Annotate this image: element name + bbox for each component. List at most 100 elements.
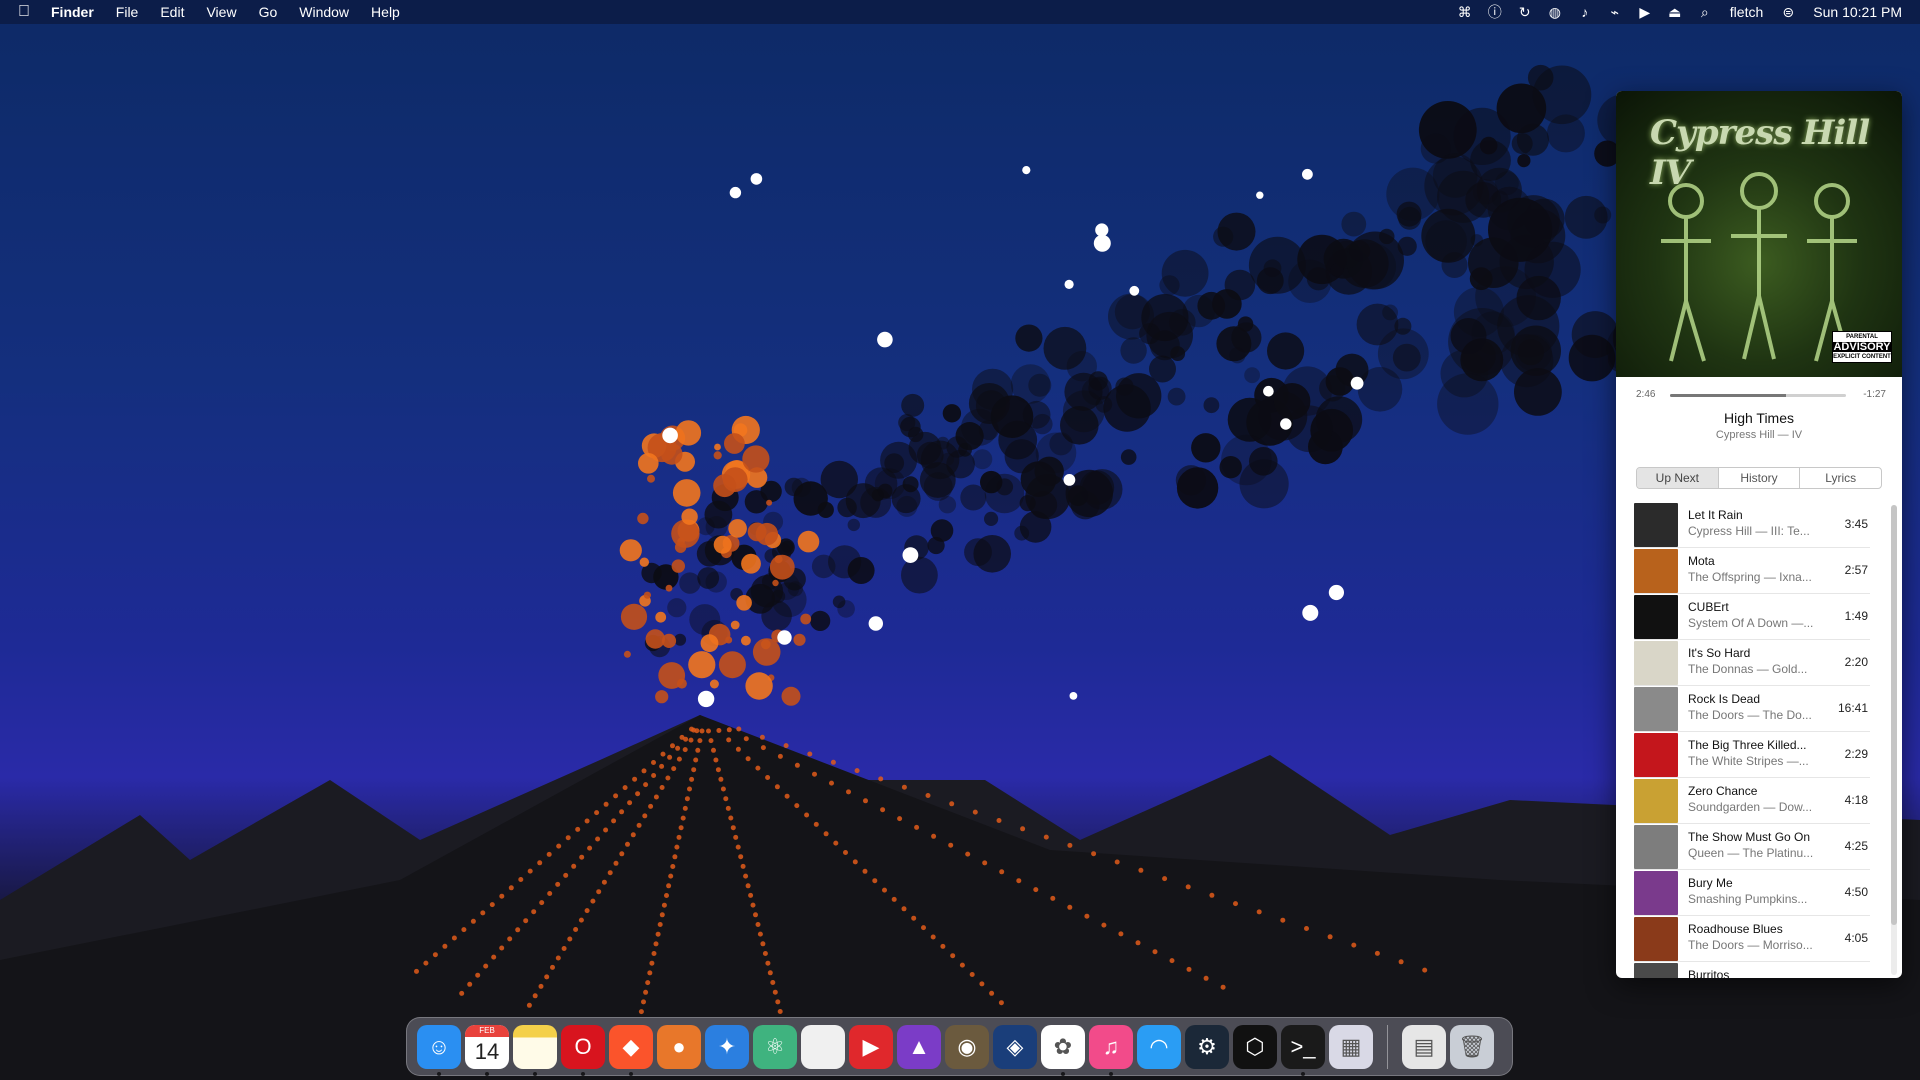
wifi-off-icon[interactable]: ⌁: [1600, 0, 1630, 24]
smoke-particle: [1108, 293, 1154, 340]
parental-advisory-label: PARENTAL ADVISORY EXPLICIT CONTENT: [1832, 331, 1892, 363]
smoke-particle: [930, 519, 954, 542]
pdf-app-icon[interactable]: ▶: [849, 1024, 893, 1069]
lava-stream-dot: [1398, 959, 1404, 965]
lava-stream-dot: [784, 793, 790, 799]
accessibility-icon[interactable]: ⓘ: [1480, 0, 1510, 24]
lava-stream-dot: [491, 954, 497, 960]
queue-track-title: Rock Is Dead: [1688, 692, 1761, 706]
control-center-icon[interactable]: ⌘: [1450, 0, 1480, 24]
user-menu[interactable]: fletch: [1720, 4, 1773, 20]
smoke-particle: [811, 554, 836, 579]
opera-icon[interactable]: O: [561, 1024, 605, 1076]
queue-album-thumbnail: [1634, 687, 1678, 731]
menu-view[interactable]: View: [195, 0, 247, 24]
lava-stream-dot: [872, 878, 878, 884]
gog-icon[interactable]: ⬡: [1233, 1024, 1277, 1069]
menu-window[interactable]: Window: [288, 0, 360, 24]
opera-icon-glyph: O: [574, 1033, 592, 1059]
globe-icon[interactable]: ◍: [1540, 0, 1570, 24]
queue-track-artist: Smashing Pumpkins...: [1688, 892, 1808, 906]
queue-row[interactable]: Mota The Offspring — Ixna... 2:57: [1634, 547, 1870, 594]
queue-album-thumbnail: [1634, 595, 1678, 639]
queue-track-duration: 2:20: [1844, 655, 1868, 669]
track-title: High Times: [1723, 410, 1795, 426]
search-icon[interactable]: ⌕: [1690, 0, 1720, 24]
affinity-photo-icon[interactable]: ▲: [897, 1024, 941, 1069]
document-stack-icon[interactable]: ▤: [1402, 1024, 1446, 1069]
queue-scrollbar[interactable]: [1891, 505, 1897, 975]
menu-app-name[interactable]: Finder: [40, 0, 105, 24]
apple-icon[interactable]: : [12, 0, 40, 24]
tab-lyrics[interactable]: Lyrics: [1800, 468, 1881, 488]
menu-file[interactable]: File: [105, 0, 150, 24]
clock[interactable]: Sun 10:21 PM: [1803, 4, 1908, 20]
queue-row[interactable]: Bury Me Smashing Pumpkins... 4:50: [1634, 869, 1870, 916]
text-file-icon[interactable]: [801, 1024, 845, 1069]
queue-row[interactable]: CUBErt System Of A Down —... 1:49: [1634, 593, 1870, 640]
smoke-particle: [1191, 433, 1221, 463]
lava-stream-dot: [911, 915, 917, 921]
lava-stream-dot: [643, 782, 649, 788]
queue-row[interactable]: The Show Must Go On Queen — The Platinu..…: [1634, 823, 1870, 870]
queue-row[interactable]: It's So Hard The Donnas — Gold... 2:20: [1634, 639, 1870, 686]
terminal-icon[interactable]: >_: [1281, 1024, 1325, 1076]
queue-album-thumbnail: [1634, 825, 1678, 869]
toggle-icon[interactable]: ⊜: [1773, 0, 1803, 24]
safari-icon[interactable]: ✦: [705, 1024, 749, 1069]
queue-row[interactable]: Burritos: [1634, 961, 1870, 978]
menu-go[interactable]: Go: [248, 0, 289, 24]
lava-stream-dot: [931, 833, 937, 839]
queue-scrollbar-thumb[interactable]: [1891, 505, 1897, 925]
lava-stream-dot: [573, 927, 579, 932]
lava-stream-dot: [743, 736, 749, 742]
queue-row[interactable]: Rock Is Dead The Doors — The Do... 16:41: [1634, 685, 1870, 732]
lava-stream-dot: [1084, 913, 1090, 919]
lava-stream-dot: [661, 902, 667, 908]
brave-icon[interactable]: ◆: [609, 1024, 653, 1076]
volume-icon[interactable]: ♪: [1570, 0, 1600, 24]
lava-ember: [800, 613, 812, 625]
launchpad-icon[interactable]: ▦: [1329, 1024, 1373, 1069]
firefox-icon[interactable]: ●: [657, 1024, 701, 1069]
lava-stream-dot: [708, 738, 714, 744]
trash-icon[interactable]: 🗑: [1450, 1024, 1494, 1069]
tab-up-next[interactable]: Up Next: [1637, 468, 1719, 488]
menu-help[interactable]: Help: [360, 0, 411, 24]
lava-stream-dot: [1043, 834, 1049, 840]
progress-track[interactable]: [1670, 394, 1846, 397]
notes-icon[interactable]: [513, 1024, 557, 1076]
album-art[interactable]: Cypress Hill IV PARENTAL ADVISORY EXPLIC…: [1616, 91, 1902, 377]
sync-icon[interactable]: ↻: [1510, 0, 1540, 24]
queue-row[interactable]: Let It Rain Cypress Hill — III: Te... 3:45: [1634, 501, 1870, 548]
queue-row[interactable]: Zero Chance Soundgarden — Dow... 4:18: [1634, 777, 1870, 824]
photos-icon[interactable]: ✿: [1041, 1024, 1085, 1076]
lava-stream-dot: [532, 993, 538, 999]
finder-icon[interactable]: ☺: [417, 1024, 461, 1076]
lava-stream-dot: [794, 803, 800, 809]
calendar-icon[interactable]: FEB 14: [465, 1024, 509, 1076]
lava-ember: [745, 672, 773, 700]
queue-row[interactable]: The Big Three Killed... The White Stripes…: [1634, 731, 1870, 778]
lava-stream-dot: [740, 863, 746, 869]
pdf-app-icon-glyph: ▶: [862, 1033, 880, 1059]
lava-stream-dot: [691, 767, 697, 773]
play-icon[interactable]: ▶: [1630, 0, 1660, 24]
menu-edit[interactable]: Edit: [149, 0, 195, 24]
itunes-icon[interactable]: ♫: [1089, 1024, 1133, 1076]
queue-row[interactable]: Roadhouse Blues The Doors — Morriso... 4:0…: [1634, 915, 1870, 962]
lava-stream-dot: [1351, 942, 1357, 948]
white-spark: [1350, 376, 1364, 390]
steam-icon[interactable]: ⚙: [1185, 1024, 1229, 1069]
wifi-app-icon[interactable]: ◠: [1137, 1024, 1181, 1069]
gimp-icon[interactable]: ◉: [945, 1024, 989, 1069]
tab-history[interactable]: History: [1719, 468, 1801, 488]
eject-icon[interactable]: ⏏: [1660, 0, 1690, 24]
atom-icon[interactable]: ⚛: [753, 1024, 797, 1069]
lava-stream-dot: [979, 981, 985, 987]
layers-app-icon[interactable]: ◈: [993, 1024, 1037, 1069]
lava-stream-dot: [657, 922, 663, 927]
brave-icon-glyph: ◆: [622, 1033, 640, 1059]
smoke-particle: [1159, 275, 1180, 296]
white-spark: [1022, 166, 1031, 175]
